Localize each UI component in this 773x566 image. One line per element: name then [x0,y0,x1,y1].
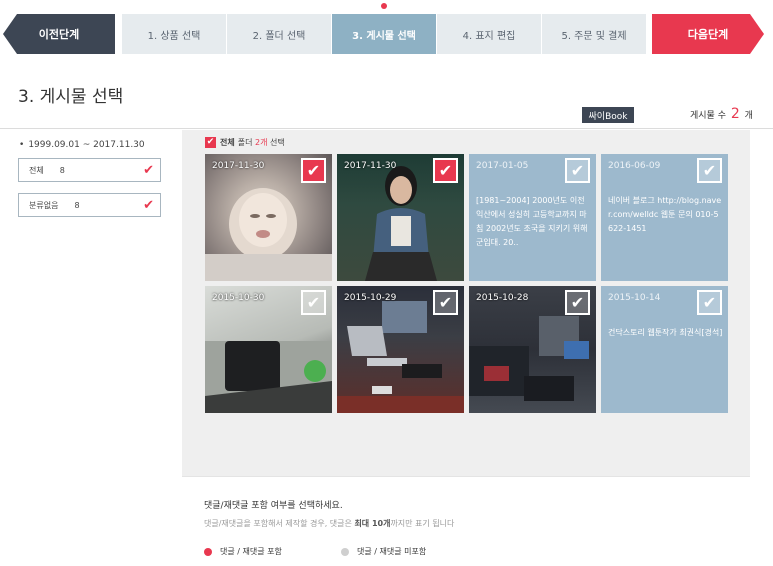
folder-label: 폴더 [237,138,253,147]
ssibook-button[interactable]: 싸이Book [582,107,634,123]
post-checkbox[interactable]: ✔ [433,290,458,315]
next-step-button[interactable]: 다음단계 [652,14,764,54]
post-checkbox[interactable]: ✔ [565,290,590,315]
post-date: 2016-06-09 [608,161,661,171]
post-tile[interactable]: 2015-10-28 ✔ [469,286,596,413]
post-tile[interactable]: 2015-10-30 ✔ [205,286,332,413]
page: 이전단계 1. 상품 선택 2. 폴더 선택 3. 게시물 선택 4. 표지 편… [0,0,773,566]
step-4[interactable]: 4. 표지 편집 [437,14,541,54]
post-date: 2017-01-05 [476,161,529,171]
post-checkbox[interactable]: ✔ [697,158,722,183]
panel-divider [182,476,750,477]
post-checkbox[interactable]: ✔ [433,158,458,183]
post-date: 2017-11-30 [344,161,397,171]
radio-unselected-icon[interactable] [341,547,349,556]
filter-label: 분류없음 [29,200,59,210]
post-count: 게시물 수 2 개 [690,106,753,122]
step-2[interactable]: 2. 폴더 선택 [227,14,331,54]
post-tile[interactable]: 2017-11-30 ✔ [205,154,332,281]
post-date: 2017-11-30 [212,161,265,171]
comment-question: 댓글/재댓글 포함 여부를 선택하세요. [204,501,343,511]
step-1[interactable]: 1. 상품 선택 [122,14,226,54]
progress-dot [381,3,387,9]
filter-uncategorized[interactable]: 분류없음 8 ✔ [18,193,161,217]
header-divider [0,128,773,129]
post-checkbox[interactable]: ✔ [301,158,326,183]
check-icon: ✔ [143,163,154,178]
post-date: 2015-10-28 [476,293,529,303]
post-body: 건닥스토리 웹툰작가 최권식[경석] [608,328,723,337]
step-bar: 이전단계 1. 상품 선택 2. 폴더 선택 3. 게시물 선택 4. 표지 편… [0,14,773,54]
post-tile[interactable]: 2017-01-05 ✔ [1981~2004] 2000년도 이전 익산에서 … [469,154,596,281]
prev-step-button[interactable]: 이전단계 [3,14,115,54]
filter-count: 8 [74,200,80,210]
comment-note: 댓글/재댓글을 포함해서 제작할 경우, 댓글은 최대 10개까지만 표기 됩니… [204,518,454,529]
post-checkbox[interactable]: ✔ [301,290,326,315]
option-include-comments[interactable]: 댓글 / 재댓글 포함 [204,546,282,557]
post-date: 2015-10-29 [344,293,397,303]
filter-all[interactable]: 전체 8 ✔ [18,158,161,182]
post-date: 2015-10-14 [608,293,661,303]
post-tile[interactable]: 2015-10-29 ✔ [337,286,464,413]
comment-note-bold: 최대 10개 [354,519,391,528]
post-count-unit: 개 [744,111,753,121]
page-title: 3. 게시물 선택 [18,87,124,107]
select-all-row: ✔ 전체 폴더 2개 선택 [205,137,285,148]
radio-selected-icon[interactable] [204,547,212,556]
select-all-checkbox[interactable]: ✔ [205,137,216,148]
step-5[interactable]: 5. 주문 및 결제 [542,14,646,54]
comment-note-prefix: 댓글/재댓글을 포함해서 제작할 경우, 댓글은 [204,519,352,528]
post-tile[interactable]: 2016-06-09 ✔ 네이버 블로그 http://blog.naver.c… [601,154,728,281]
post-tile[interactable]: 2017-11-30 ✔ [337,154,464,281]
post-tile[interactable]: 2015-10-14 ✔ 건닥스토리 웹툰작가 최권식[경석] [601,286,728,413]
post-checkbox[interactable]: ✔ [697,290,722,315]
post-body: [1981~2004] 2000년도 이전 익산에서 성실히 고등학교까지 마침… [476,196,588,247]
post-body: 네이버 블로그 http://blog.naver.com/welldc 웹툰 … [608,196,722,233]
select-all-label[interactable]: 전체 [220,137,235,148]
step-3-active[interactable]: 3. 게시물 선택 [332,14,436,54]
option-exclude-label: 댓글 / 재댓글 미포함 [357,547,427,556]
date-range: 1999.09.01 ~ 2017.11.30 [19,140,144,150]
post-checkbox[interactable]: ✔ [565,158,590,183]
selected-suffix: 선택 [270,138,285,147]
selected-count: 2개 [255,138,268,147]
option-exclude-comments[interactable]: 댓글 / 재댓글 미포함 [341,546,426,557]
post-count-label: 게시물 수 [690,111,726,121]
check-icon: ✔ [143,198,154,213]
comment-note-suffix: 까지만 표기 됩니다 [390,519,455,528]
option-include-label: 댓글 / 재댓글 포함 [220,547,282,556]
post-count-value: 2 [730,106,740,122]
post-date: 2015-10-30 [212,293,265,303]
filter-count: 8 [59,165,65,175]
filter-label: 전체 [29,165,44,175]
